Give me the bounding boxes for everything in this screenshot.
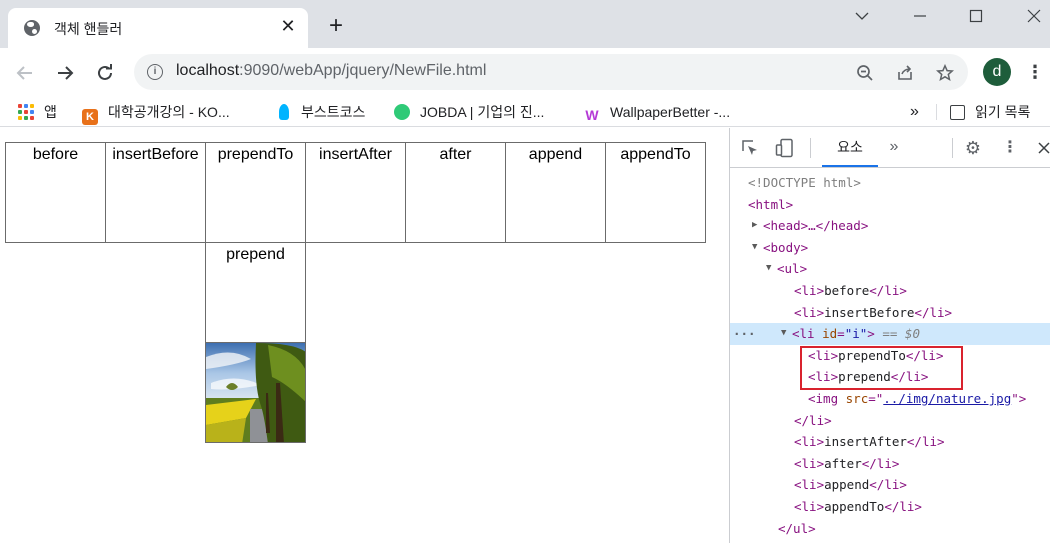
- dom-node-doctype[interactable]: <!DOCTYPE html>: [730, 172, 1050, 194]
- reading-list-button[interactable]: 읽기 목록: [950, 101, 1030, 123]
- browser-tab[interactable]: 객체 핸들러 ✕: [8, 8, 308, 48]
- toolbar-divider: [810, 138, 811, 158]
- list-item-before: before: [5, 142, 106, 243]
- list-item-appendTo: appendTo: [605, 142, 706, 243]
- list-item-prependTo: prependTo: [205, 142, 306, 243]
- profile-avatar[interactable]: d: [983, 58, 1011, 86]
- inspect-element-icon[interactable]: [740, 138, 760, 158]
- bookmark-label: JOBDA | 기업의 진...: [420, 104, 545, 120]
- dom-tree: <!DOCTYPE html> <html> ▶ <head>…</head> …: [730, 172, 1050, 543]
- more-bookmarks-icon[interactable]: »: [910, 101, 919, 123]
- tab-search-chevron-icon[interactable]: [834, 0, 890, 30]
- share-icon[interactable]: [894, 61, 916, 83]
- globe-icon: [24, 20, 40, 36]
- expand-triangle-icon[interactable]: ▶: [752, 215, 757, 237]
- list-item-insertBefore: insertBefore: [105, 142, 206, 243]
- list-item-prepend: prepend: [205, 242, 306, 343]
- bookmarks-bar: 앱 K 대학공개강의 - KO... 부스트코스 JOBDA | 기업의 진...…: [0, 96, 1050, 127]
- dom-node-head[interactable]: ▶ <head>…</head>: [730, 215, 1050, 237]
- dom-node-li-append[interactable]: <li>append</li>: [730, 474, 1050, 496]
- dom-node-li-insertAfter[interactable]: <li>insertAfter</li>: [730, 431, 1050, 453]
- device-toolbar-icon[interactable]: [775, 138, 795, 158]
- tab-elements[interactable]: 요소: [822, 128, 878, 167]
- dom-node-li-selected[interactable]: ··· ▼ <li id="i"> == $0: [730, 323, 1050, 345]
- dom-node-html[interactable]: <html>: [730, 194, 1050, 216]
- toolbar-divider: [952, 138, 953, 158]
- dom-node-ul-close[interactable]: </ul>: [730, 518, 1050, 540]
- jobda-icon: [394, 104, 410, 120]
- browser-toolbar: i localhost:9090/webApp/jquery/NewFile.h…: [0, 48, 1050, 96]
- bookmark-kocw[interactable]: K 대학공개강의 - KO...: [82, 101, 230, 125]
- star-icon[interactable]: [934, 61, 956, 83]
- devtools-toolbar: 요소 » ⚙ ⋮: [730, 128, 1050, 168]
- bookmark-wallpaperbetter[interactable]: W WallpaperBetter -...: [584, 101, 730, 123]
- gear-icon[interactable]: ⚙: [963, 138, 983, 158]
- dom-node-li-appendTo[interactable]: <li>appendTo</li>: [730, 496, 1050, 518]
- collapse-triangle-icon[interactable]: ▼: [781, 323, 786, 345]
- bookmark-label: 부스트코스: [301, 104, 366, 120]
- devtools-close-icon[interactable]: [1034, 138, 1050, 158]
- tab-title: 객체 핸들러: [54, 21, 123, 37]
- dom-node-body[interactable]: ▼ <body>: [730, 237, 1050, 259]
- collapse-triangle-icon[interactable]: ▼: [766, 258, 771, 280]
- more-tabs-icon[interactable]: »: [885, 136, 903, 158]
- bookmark-jobda[interactable]: JOBDA | 기업의 진...: [394, 101, 544, 123]
- reload-button[interactable]: [90, 57, 120, 87]
- page-viewport: before insertBefore prependTo insertAfte…: [0, 128, 729, 543]
- back-button[interactable]: [10, 57, 40, 87]
- forward-button[interactable]: [50, 57, 80, 87]
- bookmark-label: 대학공개강의 - KO...: [108, 104, 230, 120]
- window-close-button[interactable]: [1006, 0, 1050, 30]
- dom-node-li-before[interactable]: <li>before</li>: [730, 280, 1050, 302]
- bookmark-label: WallpaperBetter -...: [610, 104, 731, 120]
- dom-node-img[interactable]: <img src="../img/nature.jpg">: [730, 388, 1050, 410]
- dom-node-li-insertBefore[interactable]: <li>insertBefore</li>: [730, 302, 1050, 324]
- collapse-triangle-icon[interactable]: ▼: [752, 237, 757, 259]
- apps-grid-icon: [18, 104, 34, 120]
- kebab-menu-icon[interactable]: ⋮: [1026, 58, 1044, 86]
- maximize-button[interactable]: [948, 0, 1004, 30]
- close-tab-icon[interactable]: ✕: [278, 16, 298, 36]
- highlight-box: [800, 346, 963, 390]
- minimize-button[interactable]: [892, 0, 948, 30]
- new-tab-button[interactable]: +: [322, 12, 350, 40]
- address-bar[interactable]: i localhost:9090/webApp/jquery/NewFile.h…: [134, 54, 968, 90]
- bookmark-label: 앱: [44, 104, 57, 120]
- nature-image: [205, 342, 306, 443]
- bookmark-boostcourse[interactable]: 부스트코스: [276, 101, 365, 123]
- boostcourse-icon: [279, 104, 289, 120]
- dom-node-ul[interactable]: ▼ <ul>: [730, 258, 1050, 280]
- bookmarks-divider: [936, 104, 937, 120]
- list-item-after: after: [405, 142, 506, 243]
- kocw-icon: K: [82, 109, 98, 125]
- more-actions-icon[interactable]: ···: [733, 323, 756, 345]
- url-text[interactable]: localhost:9090/webApp/jquery/NewFile.htm…: [176, 62, 486, 80]
- reading-list-icon: [950, 105, 965, 120]
- img-src-link[interactable]: ../img/nature.jpg: [883, 391, 1011, 406]
- devtools-menu-icon[interactable]: ⋮: [1000, 138, 1020, 158]
- info-icon[interactable]: i: [147, 64, 163, 80]
- devtools-panel: 요소 » ⚙ ⋮ <!DOCTYPE html> <html> ▶ <head>…: [729, 128, 1050, 543]
- tab-strip: 객체 핸들러 ✕ +: [0, 0, 1050, 48]
- list-item-insertAfter: insertAfter: [305, 142, 406, 243]
- zoom-icon[interactable]: [854, 61, 876, 83]
- bookmark-apps[interactable]: 앱: [18, 101, 57, 123]
- dom-node-li-close[interactable]: </li>: [730, 410, 1050, 432]
- wallpaperbetter-icon: W: [584, 107, 600, 123]
- list-item-append: append: [505, 142, 606, 243]
- reading-list-label: 읽기 목록: [975, 104, 1031, 120]
- dom-node-li-after[interactable]: <li>after</li>: [730, 453, 1050, 475]
